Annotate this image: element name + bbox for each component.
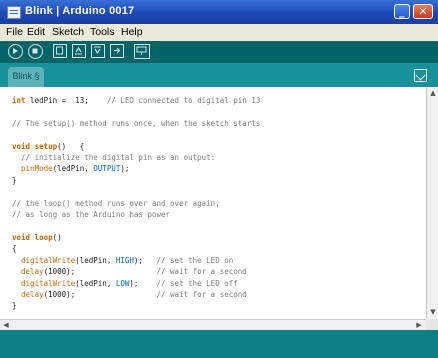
toolbar (0, 41, 438, 63)
upload-icon (114, 47, 121, 54)
code-line: { (12, 244, 17, 254)
new-button[interactable] (53, 44, 67, 58)
play-icon (13, 48, 18, 54)
code-line: digitalWrite(ledPin, LOW); // set the LE… (21, 278, 238, 288)
scroll-left-icon[interactable]: ◀ (1, 320, 11, 330)
save-icon (94, 46, 101, 55)
code-line: } (12, 301, 17, 311)
stop-icon (32, 48, 38, 54)
code-line: // as long as the Arduino has power (12, 210, 171, 220)
code-line: digitalWrite(ledPin, HIGH); // set the L… (21, 255, 234, 265)
tab-blink[interactable]: Blink § (8, 67, 44, 87)
status-area (0, 330, 438, 358)
code-line: } (12, 175, 17, 185)
close-button[interactable]: ✕ (413, 4, 433, 19)
code-text: int ledPin = 13; // LED connected to dig… (12, 95, 260, 312)
upload-button[interactable] (110, 44, 124, 58)
scroll-right-icon[interactable]: ▶ (414, 320, 424, 330)
menu-file[interactable]: File (6, 26, 23, 38)
scroll-up-icon[interactable]: ▲ (428, 88, 438, 98)
menu-sketch[interactable]: Sketch (52, 26, 84, 38)
code-line: void setup() { (12, 141, 85, 151)
code-line: // initialize the digital pin as an outp… (12, 153, 216, 163)
serial-monitor-button[interactable] (134, 44, 150, 59)
code-line: int ledPin = 13; // LED connected to dig… (12, 96, 261, 105)
code-line: delay(1000); // wait for a second (21, 289, 247, 299)
code-line: delay(1000); // wait for a second (21, 267, 247, 277)
verify-button[interactable] (8, 44, 23, 59)
save-button[interactable] (91, 44, 105, 58)
vertical-scrollbar[interactable]: ▲ ▼ (426, 87, 438, 319)
code-editor[interactable]: int ledPin = 13; // LED connected to dig… (0, 87, 426, 319)
new-file-icon (56, 46, 63, 55)
menu-tools[interactable]: Tools (90, 26, 115, 38)
menu-help[interactable]: Help (121, 26, 143, 38)
horizontal-scrollbar[interactable]: ◀ ▶ (0, 319, 426, 330)
menu-bar: File Edit Sketch Tools Help (0, 24, 438, 41)
scrollbar-corner (426, 319, 438, 330)
menu-edit[interactable]: Edit (27, 26, 45, 38)
app-icon (7, 6, 21, 19)
open-button[interactable] (72, 44, 86, 58)
tab-row: Blink § (0, 63, 438, 87)
code-line: // The setup() method runs once, when th… (12, 118, 261, 128)
code-line: // the loop() method runs over and over … (12, 198, 220, 208)
tab-menu-icon[interactable] (414, 69, 427, 82)
open-icon (75, 46, 82, 55)
code-line: void loop() (12, 232, 62, 242)
ide-window: Blink | Arduino 0017 _ ✕ File Edit Sketc… (0, 0, 438, 358)
title-bar[interactable]: Blink | Arduino 0017 _ ✕ (0, 0, 438, 24)
window-title: Blink | Arduino 0017 (25, 5, 135, 17)
serial-monitor-icon (136, 46, 147, 55)
stop-button[interactable] (28, 44, 43, 59)
minimize-button[interactable]: _ (394, 4, 410, 19)
scroll-down-icon[interactable]: ▼ (428, 307, 438, 317)
code-line: pinMode(ledPin, OUTPUT); (21, 164, 130, 174)
